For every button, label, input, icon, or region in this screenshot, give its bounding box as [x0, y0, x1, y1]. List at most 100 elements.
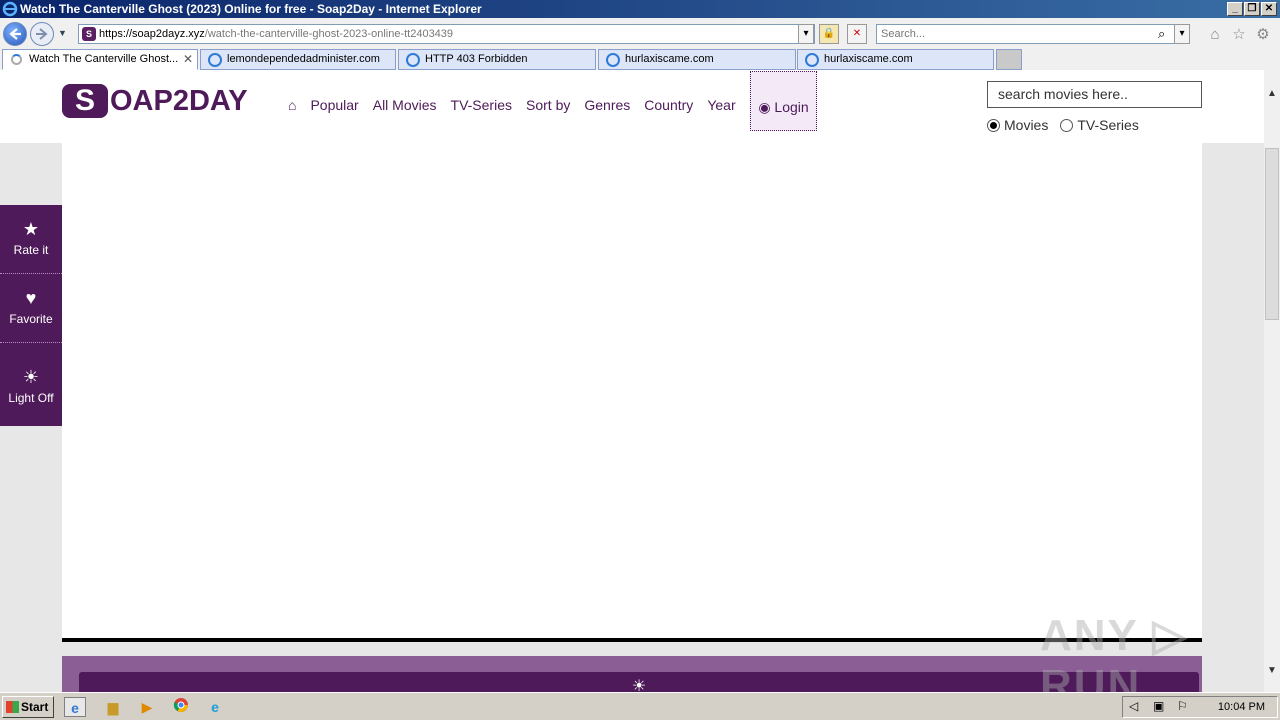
radio-movies[interactable]: Movies	[987, 117, 1048, 133]
site-header: S OAP2DAY ⌂ Popular All Movies TV-Series…	[0, 70, 1264, 143]
login-button[interactable]: ◉ Login	[750, 71, 817, 131]
user-circle-icon: ◉	[758, 99, 771, 115]
nav-genres[interactable]: Genres	[584, 97, 630, 113]
radio-movies-label: Movies	[1004, 117, 1049, 133]
vertical-scrollbar[interactable]: ▲ ▼	[1264, 70, 1280, 692]
nav-country[interactable]: Country	[644, 97, 693, 113]
start-button[interactable]: Start	[2, 696, 54, 718]
tab-canterville-ghost[interactable]: Watch The Canterville Ghost... ✕	[2, 49, 198, 70]
scroll-up-icon[interactable]: ▲	[1264, 86, 1280, 102]
search-icon[interactable]: ⌕	[1158, 26, 1165, 42]
video-player-area[interactable]	[62, 143, 1202, 642]
sun-icon: ☀	[22, 367, 40, 387]
volume-icon[interactable]: ◁	[1129, 699, 1138, 713]
address-input[interactable]: S https://soap2dayz.xyz/watch-the-canter…	[78, 24, 815, 44]
windows-logo-icon	[6, 701, 19, 713]
light-off-label: Light Off	[8, 391, 54, 405]
edge-icon[interactable]: e	[204, 697, 226, 717]
network-icon[interactable]: ▣	[1153, 699, 1164, 713]
light-toggle-bar[interactable]: ☀	[79, 672, 1199, 692]
clock: 10:04 PM	[1217, 701, 1265, 713]
address-toolbar: ▼ S https://soap2dayz.xyz/watch-the-cant…	[0, 18, 1280, 48]
tab-label: lemondependedadminister.com	[227, 53, 380, 65]
close-window-button[interactable]: ✕	[1261, 2, 1277, 16]
site-search-input[interactable]: search movies here..	[987, 81, 1202, 108]
radio-checked-icon	[987, 119, 1000, 132]
tab-http-403[interactable]: HTTP 403 Forbidden	[398, 49, 596, 70]
tab-bar: Watch The Canterville Ghost... ✕ lemonde…	[0, 48, 1280, 70]
close-tab-icon[interactable]: ✕	[183, 50, 193, 69]
site-favicon-icon: S	[82, 27, 96, 41]
nav-sort-by[interactable]: Sort by	[526, 97, 570, 113]
internet-explorer-icon	[606, 53, 620, 67]
back-arrow-icon	[9, 28, 21, 40]
sun-icon: ☀	[631, 678, 647, 692]
heart-icon: ♥	[25, 288, 37, 308]
system-tray: ◁ ▣ ⚐ 10:04 PM	[1122, 696, 1278, 718]
chrome-logo-icon	[173, 698, 188, 712]
lock-icon[interactable]: 🔒	[819, 24, 839, 44]
start-label: Start	[21, 700, 49, 714]
nav-year[interactable]: Year	[707, 97, 735, 113]
address-dropdown-button[interactable]: ▾	[798, 24, 814, 44]
folder-icon[interactable]: ▆	[102, 697, 124, 717]
media-player-icon[interactable]: ▶	[136, 697, 158, 717]
nav-tv-series[interactable]: TV-Series	[451, 97, 512, 113]
logo-s: S	[62, 84, 108, 118]
url-path: /watch-the-canterville-ghost-2023-online…	[204, 28, 454, 40]
page-viewport: S OAP2DAY ⌂ Popular All Movies TV-Series…	[0, 70, 1264, 692]
restore-button[interactable]: ❐	[1244, 2, 1260, 16]
radio-tv-series[interactable]: TV-Series	[1060, 117, 1139, 133]
radio-tv-label: TV-Series	[1077, 117, 1139, 133]
rate-it-button[interactable]: ★ Rate it	[0, 205, 62, 274]
tab-label: hurlaxiscame.com	[625, 53, 714, 65]
scrollbar-thumb[interactable]	[1265, 148, 1279, 320]
soap2day-logo[interactable]: S OAP2DAY	[62, 84, 248, 118]
back-button[interactable]	[3, 22, 27, 46]
gear-icon[interactable]: ⚙	[1254, 26, 1272, 44]
radio-unchecked-icon	[1060, 119, 1074, 132]
stop-icon[interactable]: ✕	[847, 24, 867, 44]
anyrun-watermark: ANY ▷ RUN	[1040, 611, 1189, 692]
internet-explorer-icon	[2, 1, 18, 17]
tab-label: Watch The Canterville Ghost...	[29, 53, 179, 65]
main-nav: ⌂ Popular All Movies TV-Series Sort by G…	[288, 97, 736, 113]
logo-text: OAP2DAY	[110, 84, 248, 117]
taskbar: Start e ▆ ▶ e ◁ ▣ ⚐ 10:04 PM	[0, 692, 1280, 720]
search-dropdown-button[interactable]: ▾	[1174, 24, 1190, 44]
url-host: https://soap2dayz.xyz	[99, 28, 205, 40]
internet-explorer-icon	[208, 53, 222, 67]
window-title-bar: Watch The Canterville Ghost (2023) Onlin…	[0, 0, 1280, 18]
action-center-flag-icon[interactable]: ⚐	[1177, 699, 1188, 713]
window-title: Watch The Canterville Ghost (2023) Onlin…	[20, 2, 482, 16]
history-dropdown-icon[interactable]: ▼	[58, 28, 67, 38]
favorites-star-icon[interactable]: ☆	[1230, 26, 1248, 44]
new-tab-button[interactable]	[996, 49, 1022, 70]
tab-hurlaxiscame-2[interactable]: hurlaxiscame.com	[797, 49, 994, 70]
tab-hurlaxiscame-1[interactable]: hurlaxiscame.com	[598, 49, 796, 70]
tab-label: hurlaxiscame.com	[824, 53, 913, 65]
tab-label: HTTP 403 Forbidden	[425, 53, 528, 65]
star-icon: ★	[22, 219, 40, 239]
home-icon[interactable]: ⌂	[1206, 26, 1224, 44]
forward-arrow-icon	[36, 28, 48, 40]
scroll-down-icon[interactable]: ▼	[1264, 663, 1280, 679]
tab-lemondependedadminister[interactable]: lemondependedadminister.com	[200, 49, 396, 70]
nav-all-movies[interactable]: All Movies	[373, 97, 437, 113]
player-controls-strip: ☀	[62, 656, 1202, 692]
minimize-button[interactable]: _	[1227, 2, 1243, 16]
internet-explorer-icon	[406, 53, 420, 67]
forward-button[interactable]	[30, 22, 54, 46]
favorite-button[interactable]: ♥ Favorite	[0, 274, 62, 343]
nav-popular[interactable]: Popular	[310, 97, 358, 113]
internet-explorer-taskbar-icon[interactable]: e	[64, 697, 86, 717]
rate-it-label: Rate it	[13, 243, 49, 257]
chrome-icon[interactable]	[170, 697, 192, 717]
side-action-panel: ★ Rate it ♥ Favorite ☀ Light Off	[0, 205, 62, 426]
loading-spinner-icon	[11, 54, 22, 65]
home-icon[interactable]: ⌂	[288, 97, 296, 113]
login-label: Login	[774, 99, 809, 115]
browser-search-input[interactable]: Search...	[876, 24, 1190, 44]
favorite-label: Favorite	[9, 312, 53, 326]
light-off-button[interactable]: ☀ Light Off	[0, 343, 62, 426]
